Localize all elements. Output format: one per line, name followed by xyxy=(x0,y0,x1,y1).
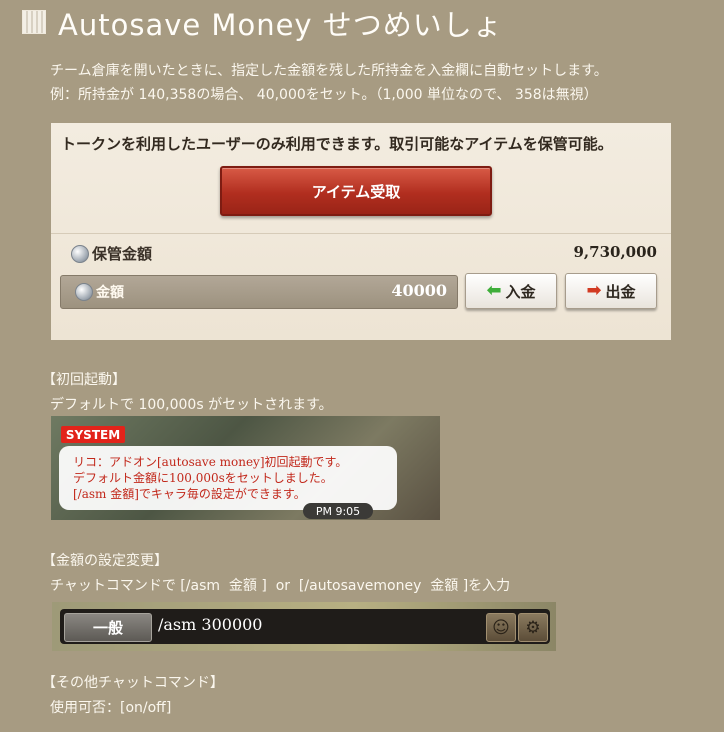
silver-coin-icon xyxy=(71,244,89,263)
chat-input-bar[interactable]: 一般 /asm 300000 ☺ ⚙ xyxy=(60,609,550,644)
storage-panel: トークンを利用したユーザーのみ利用できます。取引可能なアイテムを保管可能。 アイ… xyxy=(51,123,671,340)
first-launch-desc: デフォルトで 100,000s がセットされます。 xyxy=(50,397,333,413)
system-tag: SYSTEM xyxy=(61,426,125,443)
intro-line-1: チーム倉庫を開いたときに、指定した金額を残した所持金を入金欄に自動セットします。 xyxy=(50,63,608,79)
green-left-arrow-icon: ⬅ xyxy=(486,280,502,301)
stored-amount-value: 9,730,000 xyxy=(573,243,657,261)
amount-change-desc: チャットコマンドで [/asm 金額 ] or [/autosavemoney … xyxy=(50,578,511,594)
amount-change-heading: 【金額の設定変更】 xyxy=(42,553,168,569)
red-right-arrow-icon: ➡ xyxy=(586,280,602,301)
amount-input[interactable]: 金額 40000 xyxy=(60,275,458,309)
deposit-button[interactable]: ⬅ 入金 xyxy=(465,273,557,309)
stored-amount-label: 保管金額 xyxy=(71,243,152,264)
chat-channel-button[interactable]: 一般 xyxy=(64,613,152,642)
first-launch-heading: 【初回起動】 xyxy=(42,372,126,388)
notepad-icon xyxy=(22,10,46,34)
message-timestamp: PM 9:05 xyxy=(303,503,373,519)
stored-amount-text: 保管金額 xyxy=(92,245,153,263)
page-title: Autosave Money せつめいしょ xyxy=(58,8,503,42)
withdraw-button[interactable]: ➡ 出金 xyxy=(565,273,657,309)
withdraw-label: 出金 xyxy=(605,282,636,301)
system-message-line: デフォルト金額に100,000sをセットしました。 xyxy=(73,471,333,485)
system-chat-screenshot: SYSTEM リコ：アドオン[autosave money]初回起動です。 デフ… xyxy=(51,416,440,520)
system-message-bubble: リコ：アドオン[autosave money]初回起動です。 デフォルト金額に1… xyxy=(59,446,397,510)
receive-item-button[interactable]: アイテム受取 xyxy=(220,166,492,216)
other-commands-heading: 【その他チャットコマンド】 xyxy=(42,675,224,691)
amount-label: 金額 xyxy=(75,282,124,302)
chat-command-text[interactable]: /asm 300000 xyxy=(158,615,262,634)
system-message-line: リコ：アドオン[autosave money]初回起動です。 xyxy=(73,455,348,469)
silver-coin-icon xyxy=(75,283,93,301)
divider xyxy=(51,233,671,234)
intro-line-2: 例：所持金が 140,358の場合、 40,000をセット。（1,000 単位な… xyxy=(50,87,598,103)
smiley-icon[interactable]: ☺ xyxy=(486,613,516,642)
system-message-line: [/asm 金額]でキャラ毎の設定ができます。 xyxy=(73,487,306,501)
amount-label-text: 金額 xyxy=(96,285,124,301)
other-commands-line: 使用可否：[on/off] xyxy=(50,700,172,716)
token-notice: トークンを利用したユーザーのみ利用できます。取引可能なアイテムを保管可能。 xyxy=(61,135,613,153)
deposit-label: 入金 xyxy=(505,282,536,301)
chat-input-screenshot: 一般 /asm 300000 ☺ ⚙ xyxy=(52,602,556,651)
gear-icon[interactable]: ⚙ xyxy=(518,613,548,642)
amount-value: 40000 xyxy=(391,281,447,300)
